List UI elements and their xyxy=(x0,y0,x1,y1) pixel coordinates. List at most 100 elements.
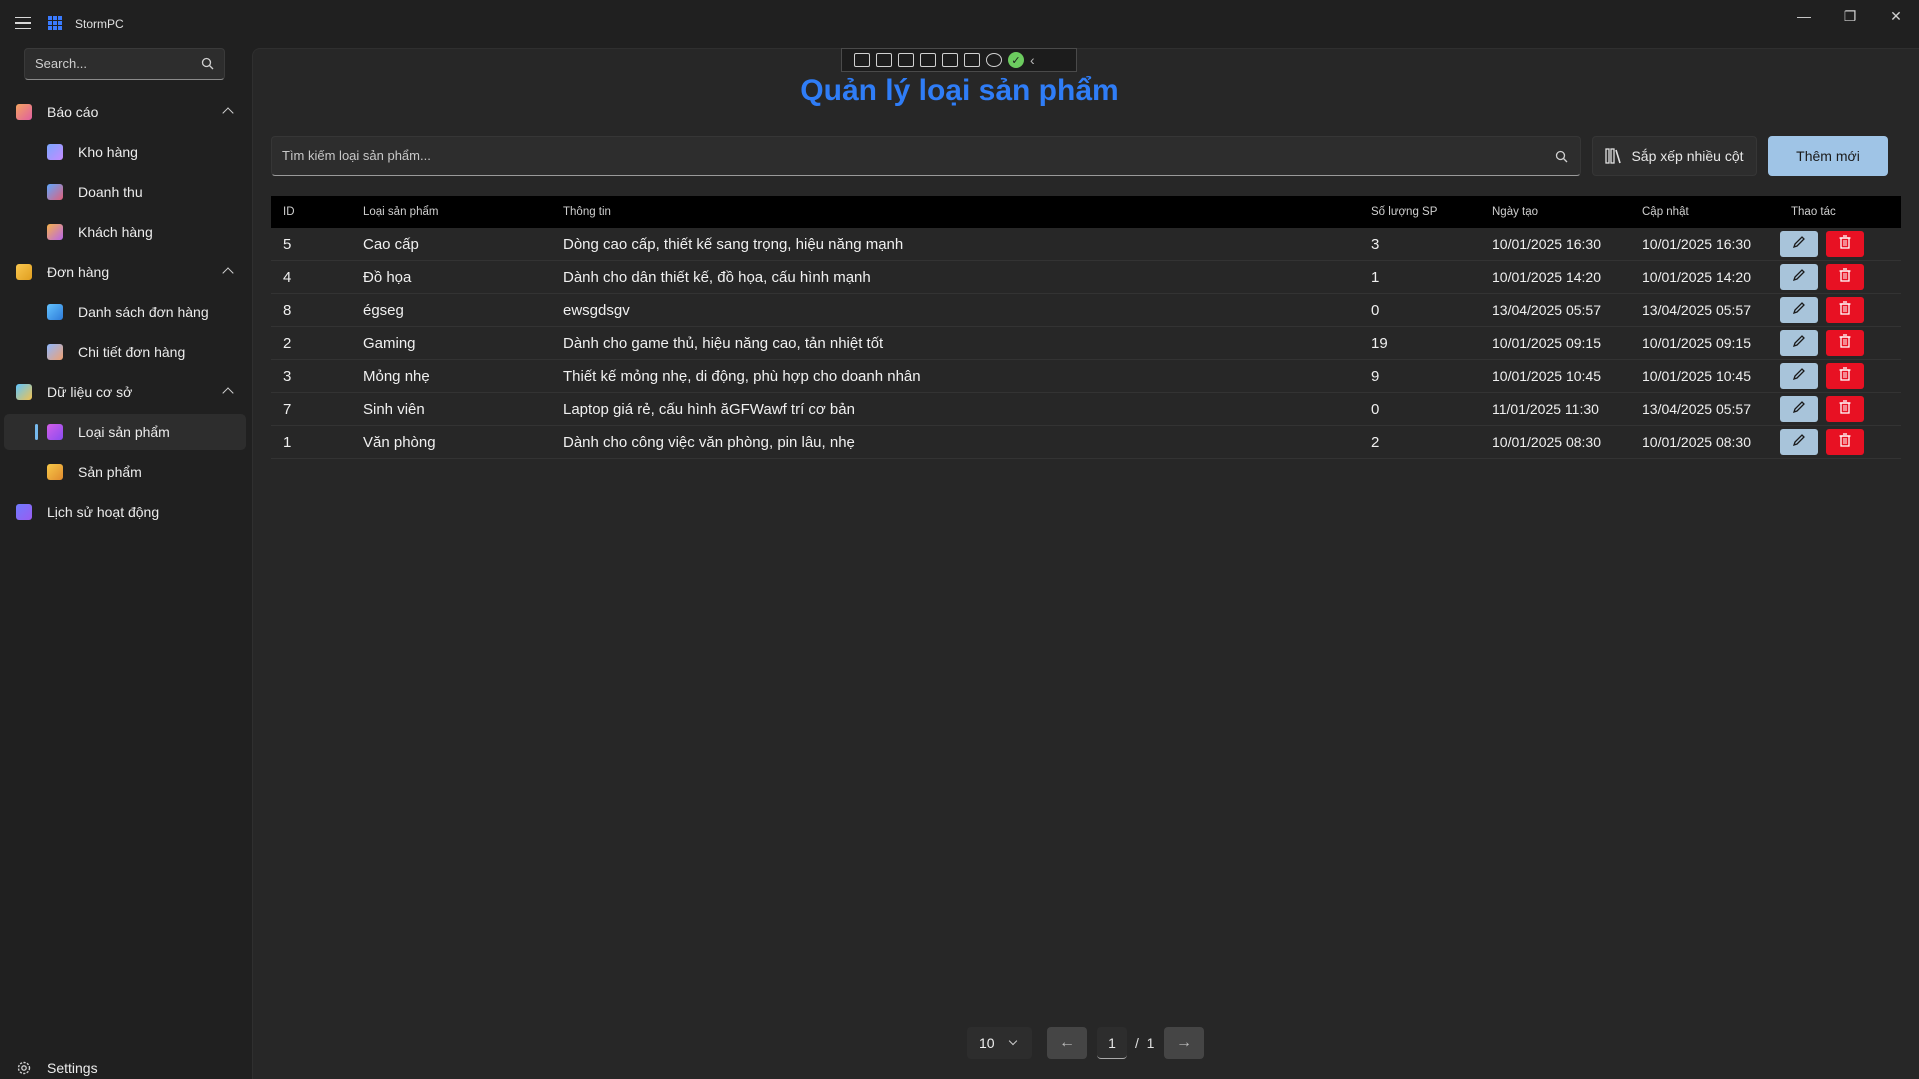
collapse-icon[interactable]: ‹ xyxy=(1030,52,1035,68)
sidebar-item-activity-log[interactable]: Lịch sử hoạt động xyxy=(4,494,246,530)
sidebar-item-product-category[interactable]: Loại sản phẩm xyxy=(4,414,246,450)
table-row[interactable]: 2 Gaming Dành cho game thủ, hiệu năng cao,… xyxy=(271,327,1901,360)
nav-group-orders[interactable]: Đơn hàng xyxy=(4,254,246,290)
window-controls: — ❐ ✕ xyxy=(1781,0,1919,32)
database-icon xyxy=(16,384,32,400)
edit-button[interactable] xyxy=(1780,264,1818,290)
category-search-input[interactable] xyxy=(282,148,1482,163)
prev-page-button[interactable]: ← xyxy=(1047,1027,1087,1059)
accessibility-icon[interactable] xyxy=(986,53,1002,67)
current-page-input[interactable]: 1 xyxy=(1097,1027,1127,1059)
app-logo-icon xyxy=(48,16,62,30)
cell-id: 3 xyxy=(283,367,292,385)
check-icon[interactable]: ✓ xyxy=(1008,52,1024,68)
table-row[interactable]: 8 égseg ewsgdsgv 0 13/04/2025 05:57 13/04/202… xyxy=(271,294,1901,327)
close-button[interactable]: ✕ xyxy=(1873,0,1919,32)
nav-group-base-data[interactable]: Dữ liệu cơ sở xyxy=(4,374,246,410)
header-quantity[interactable]: Số lượng SP xyxy=(1371,196,1437,228)
sidebar-item-order-detail[interactable]: Chi tiết đơn hàng xyxy=(4,334,246,370)
table-body: 5 Cao cấp Dòng cao cấp, thiết kế sang trọn… xyxy=(271,228,1901,459)
category-search-box[interactable] xyxy=(271,136,1581,176)
next-page-button[interactable]: → xyxy=(1164,1027,1204,1059)
search-icon[interactable] xyxy=(1555,150,1568,163)
page-separator: / xyxy=(1135,1035,1139,1051)
delete-button[interactable] xyxy=(1826,297,1864,323)
table-row[interactable]: 4 Đồ họa Dành cho dân thiết kế, đồ họa, cấ… xyxy=(271,261,1901,294)
order-list-icon xyxy=(47,304,63,320)
multi-sort-button[interactable]: Sắp xếp nhiều cột xyxy=(1592,136,1757,176)
cell-quantity: 1 xyxy=(1371,268,1380,286)
sidebar-item-order-list[interactable]: Danh sách đơn hàng xyxy=(4,294,246,330)
live-tree-icon[interactable] xyxy=(854,53,870,67)
restore-button[interactable]: ❐ xyxy=(1827,0,1873,32)
cell-quantity: 2 xyxy=(1371,433,1380,451)
delete-button[interactable] xyxy=(1826,429,1864,455)
edit-button[interactable] xyxy=(1780,396,1818,422)
minimize-button[interactable]: — xyxy=(1781,0,1827,32)
header-category[interactable]: Loại sản phẩm xyxy=(363,196,438,228)
app-title: StormPC xyxy=(75,17,124,31)
cell-quantity: 3 xyxy=(1371,235,1380,253)
delete-button[interactable] xyxy=(1826,231,1864,257)
video-icon[interactable] xyxy=(876,53,892,67)
sidebar-item-products[interactable]: Sản phẩm xyxy=(4,454,246,490)
page-size-value: 10 xyxy=(979,1035,995,1051)
header-updated[interactable]: Cập nhật xyxy=(1642,196,1689,228)
sidebar-item-revenue[interactable]: Doanh thu xyxy=(4,174,246,210)
table-row[interactable]: 5 Cao cấp Dòng cao cấp, thiết kế sang trọn… xyxy=(271,228,1901,261)
header-info[interactable]: Thông tin xyxy=(563,196,611,228)
sidebar-item-label: Chi tiết đơn hàng xyxy=(78,344,186,360)
total-pages: 1 xyxy=(1146,1035,1155,1051)
selection-indicator xyxy=(35,424,38,440)
edit-button[interactable] xyxy=(1780,363,1818,389)
trash-icon xyxy=(1839,400,1851,418)
pencil-icon xyxy=(1792,433,1806,451)
table-header: ID Loại sản phẩm Thông tin Số lượng SP N… xyxy=(271,196,1901,228)
library-icon xyxy=(1605,148,1622,164)
debug-toolbar: ✓ ‹ xyxy=(841,48,1077,72)
edit-button[interactable] xyxy=(1780,429,1818,455)
cell-created: 13/04/2025 05:57 xyxy=(1492,302,1601,318)
sidebar-item-label: Danh sách đơn hàng xyxy=(78,304,209,320)
delete-button[interactable] xyxy=(1826,396,1864,422)
sidebar-item-warehouse[interactable]: Kho hàng xyxy=(4,134,246,170)
chevron-up-icon xyxy=(222,267,234,279)
order-detail-icon xyxy=(47,344,63,360)
layout-adorner-icon[interactable] xyxy=(920,53,936,67)
cell-id: 4 xyxy=(283,268,292,286)
sidebar-item-customers[interactable]: Khách hàng xyxy=(4,214,246,250)
track-focus-icon[interactable] xyxy=(942,53,958,67)
binding-failures-icon[interactable] xyxy=(964,53,980,67)
delete-button[interactable] xyxy=(1826,330,1864,356)
pencil-icon xyxy=(1792,334,1806,352)
select-element-icon[interactable] xyxy=(898,53,914,67)
edit-button[interactable] xyxy=(1780,330,1818,356)
trash-icon xyxy=(1839,268,1851,286)
trash-icon xyxy=(1839,367,1851,385)
edit-button[interactable] xyxy=(1780,297,1818,323)
cell-updated: 10/01/2025 16:30 xyxy=(1642,236,1751,252)
delete-button[interactable] xyxy=(1826,363,1864,389)
multi-sort-label: Sắp xếp nhiều cột xyxy=(1631,148,1744,164)
sidebar-search-input[interactable] xyxy=(35,56,195,71)
hamburger-menu-icon[interactable] xyxy=(12,12,34,34)
cell-created: 10/01/2025 14:20 xyxy=(1492,269,1601,285)
sidebar-item-label: Kho hàng xyxy=(78,144,138,160)
pencil-icon xyxy=(1792,400,1806,418)
cell-category: Sinh viên xyxy=(363,400,425,418)
cell-updated: 13/04/2025 05:57 xyxy=(1642,401,1751,417)
edit-button[interactable] xyxy=(1780,231,1818,257)
cell-info: Dành cho game thủ, hiệu năng cao, tản nh… xyxy=(563,334,884,352)
add-new-button[interactable]: Thêm mới xyxy=(1768,136,1888,176)
table-row[interactable]: 1 Văn phòng Dành cho công việc văn phòng, … xyxy=(271,426,1901,459)
table-row[interactable]: 3 Mỏng nhẹ Thiết kế mỏng nhẹ, di động, phù… xyxy=(271,360,1901,393)
table-row[interactable]: 7 Sinh viên Laptop giá rẻ, cấu hình ăGFWaw… xyxy=(271,393,1901,426)
cell-category: Gaming xyxy=(363,334,416,352)
delete-button[interactable] xyxy=(1826,264,1864,290)
settings-button[interactable]: Settings xyxy=(4,1050,246,1079)
header-created[interactable]: Ngày tạo xyxy=(1492,196,1538,228)
header-id[interactable]: ID xyxy=(283,196,295,228)
page-size-select[interactable]: 10 xyxy=(967,1027,1032,1059)
search-icon[interactable] xyxy=(201,57,214,70)
arrow-right-icon: → xyxy=(1176,1034,1192,1051)
